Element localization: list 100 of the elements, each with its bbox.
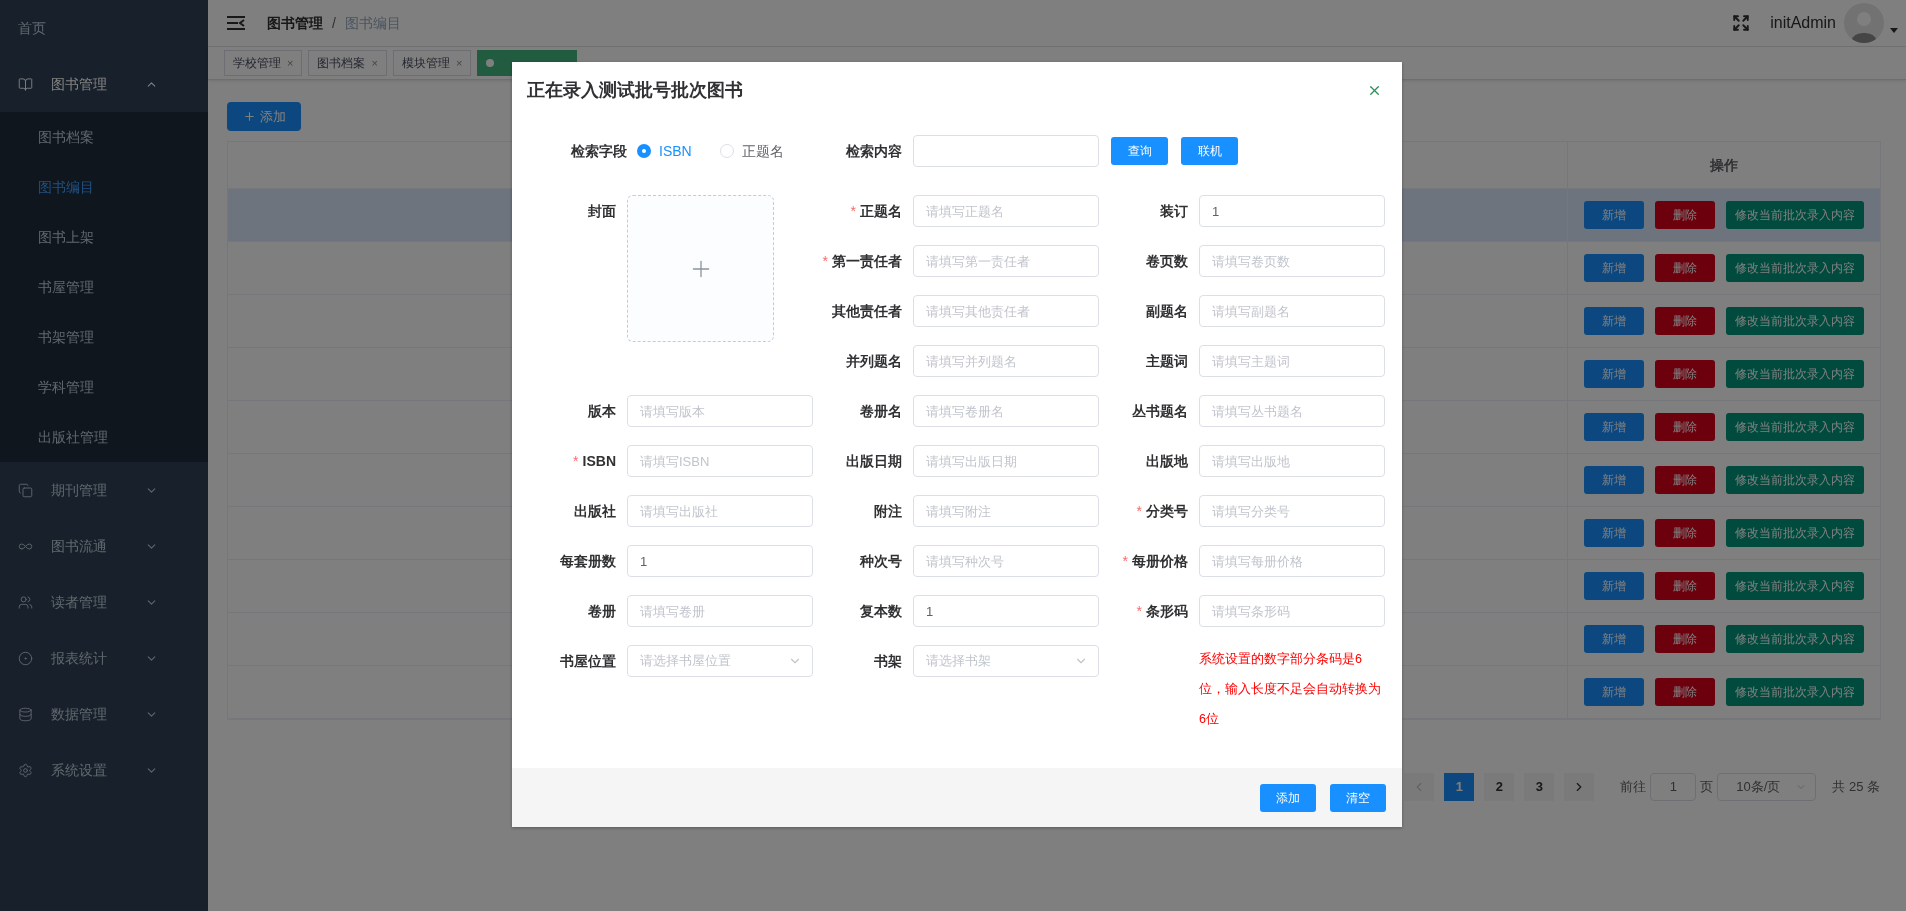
row-action-button[interactable]: 删除 (1655, 625, 1715, 653)
row-action-button[interactable]: 删除 (1655, 466, 1715, 494)
field-label: 主题词 (1146, 353, 1188, 369)
menu-icon[interactable] (227, 16, 245, 30)
search-button[interactable]: 查询 (1111, 137, 1168, 165)
row-action-button[interactable]: 修改当前批次录入内容 (1726, 201, 1864, 229)
user-name[interactable]: initAdmin (1770, 11, 1836, 35)
field-label: 出版社 (574, 503, 616, 519)
row-action-button[interactable]: 新增 (1584, 466, 1644, 494)
row-action-button[interactable]: 删除 (1655, 678, 1715, 706)
menu-item[interactable]: 首页 (0, 0, 208, 56)
submenu-item[interactable]: 图书编目 (0, 162, 208, 212)
row-action-button[interactable]: 删除 (1655, 413, 1715, 441)
field-label: 封面 (588, 203, 616, 219)
goto-page-field[interactable]: 1 (1650, 773, 1697, 801)
input-field[interactable]: 请填写丛书题名 (1199, 395, 1385, 427)
row-action-button[interactable]: 删除 (1655, 254, 1715, 282)
select-field[interactable]: 请选择书屋位置 (627, 645, 813, 677)
input-field[interactable]: 1 (913, 595, 1099, 627)
close-icon[interactable]: × (287, 54, 294, 72)
row-action-button[interactable]: 修改当前批次录入内容 (1726, 519, 1864, 547)
row-action-button[interactable]: 修改当前批次录入内容 (1726, 466, 1864, 494)
row-action-button[interactable]: 删除 (1655, 201, 1715, 229)
input-field[interactable]: 1 (627, 545, 813, 577)
input-field[interactable]: 请填写附注 (913, 495, 1099, 527)
row-action-button[interactable]: 新增 (1584, 360, 1644, 388)
add-button[interactable]: 添加 (227, 102, 301, 131)
row-action-button[interactable]: 修改当前批次录入内容 (1726, 678, 1864, 706)
submenu-item[interactable]: 书架管理 (0, 312, 208, 362)
next-page-button[interactable] (1564, 773, 1595, 801)
radio-option[interactable]: ISBN (637, 140, 692, 162)
row-action-button[interactable]: 新增 (1584, 307, 1644, 335)
input-field[interactable]: 1 (1199, 195, 1385, 227)
avatar[interactable] (1844, 3, 1884, 43)
row-action-button[interactable]: 修改当前批次录入内容 (1726, 360, 1864, 388)
select-field[interactable]: 请选择书架 (913, 645, 1099, 677)
input-field[interactable]: 请填写并列题名 (913, 345, 1099, 377)
menu-item[interactable]: 数据管理 (0, 686, 208, 742)
input-field[interactable]: 请填写卷册名 (913, 395, 1099, 427)
row-action-button[interactable]: 删除 (1655, 572, 1715, 600)
row-action-button[interactable]: 新增 (1584, 572, 1644, 600)
input-field[interactable]: 请填写其他责任者 (913, 295, 1099, 327)
row-action-button[interactable]: 新增 (1584, 201, 1644, 229)
field-label: 卷页数 (1146, 253, 1188, 269)
row-action-button[interactable]: 新增 (1584, 519, 1644, 547)
close-icon[interactable]: × (455, 54, 463, 72)
input-field[interactable]: 请填写出版地 (1199, 445, 1385, 477)
row-action-button[interactable]: 新增 (1584, 413, 1644, 441)
menu-item[interactable]: 期刊管理 (0, 462, 208, 518)
tag[interactable]: 模块管理 × (392, 50, 472, 76)
column-header: 操作 (1709, 155, 1739, 175)
page-button[interactable]: 2 (1484, 773, 1515, 801)
input-field[interactable]: 请填写版本 (627, 395, 813, 427)
submenu-item[interactable]: 出版社管理 (0, 412, 208, 462)
menu-item[interactable]: 系统设置 (0, 742, 208, 798)
close-icon[interactable]: × (371, 54, 378, 72)
row-action-button[interactable]: 修改当前批次录入内容 (1726, 572, 1864, 600)
input-field[interactable]: 请填写种次号 (913, 545, 1099, 577)
field-label: 卷册名 (860, 403, 902, 419)
footer-button[interactable]: 清空 (1330, 783, 1386, 812)
search-field[interactable] (913, 135, 1099, 167)
page-size-select[interactable]: 10条/页 (1717, 773, 1817, 801)
row-action-button[interactable]: 删除 (1655, 519, 1715, 547)
input-field[interactable]: 请填写分类号 (1199, 495, 1385, 527)
input-field[interactable]: 请填写正题名 (913, 195, 1099, 227)
input-field[interactable]: 请填写副题名 (1199, 295, 1385, 327)
footer-button[interactable]: 添加 (1260, 783, 1316, 812)
row-action-button[interactable]: 修改当前批次录入内容 (1726, 413, 1864, 441)
input-field[interactable]: 请填写卷页数 (1199, 245, 1385, 277)
input-field[interactable]: 请填写条形码 (1199, 595, 1385, 627)
menu-item[interactable]: 报表统计 (0, 630, 208, 686)
tag[interactable]: 图书档案 × (308, 50, 387, 76)
input-field[interactable]: 请填写每册价格 (1199, 545, 1385, 577)
breadcrumb-item[interactable]: 图书管理 (267, 12, 323, 34)
input-field[interactable]: 请填写卷册 (627, 595, 813, 627)
tag[interactable]: 学校管理 × (224, 50, 303, 76)
row-action-button[interactable]: 修改当前批次录入内容 (1726, 254, 1864, 282)
input-field[interactable]: 请填写ISBN (627, 445, 813, 477)
submenu-item[interactable]: 学科管理 (0, 362, 208, 412)
row-action-button[interactable]: 修改当前批次录入内容 (1726, 307, 1864, 335)
page-button[interactable]: 3 (1524, 773, 1555, 801)
input-field[interactable]: 请填写出版社 (627, 495, 813, 527)
menu-item[interactable]: 图书管理 (0, 56, 208, 112)
menu-item[interactable]: 读者管理 (0, 574, 208, 630)
row-action-button[interactable]: 新增 (1584, 625, 1644, 653)
radio-option[interactable]: 正题名 (719, 140, 784, 162)
input-field[interactable]: 请填写主题词 (1199, 345, 1385, 377)
page-button[interactable]: 1 (1444, 773, 1475, 801)
row-action-button[interactable]: 删除 (1655, 360, 1715, 388)
submenu-item[interactable]: 图书档案 (0, 112, 208, 162)
row-action-button[interactable]: 新增 (1584, 678, 1644, 706)
menu-item[interactable]: 图书流通 (0, 518, 208, 574)
submenu-item[interactable]: 书屋管理 (0, 262, 208, 312)
fullscreen-icon[interactable] (1732, 14, 1751, 32)
search-button[interactable]: 联机 (1181, 137, 1238, 165)
row-action-button[interactable]: 新增 (1584, 254, 1644, 282)
input-field[interactable]: 请填写出版日期 (913, 445, 1099, 477)
row-action-button[interactable]: 删除 (1655, 307, 1715, 335)
caret-icon[interactable] (1890, 27, 1898, 33)
row-action-button[interactable]: 修改当前批次录入内容 (1726, 625, 1864, 653)
